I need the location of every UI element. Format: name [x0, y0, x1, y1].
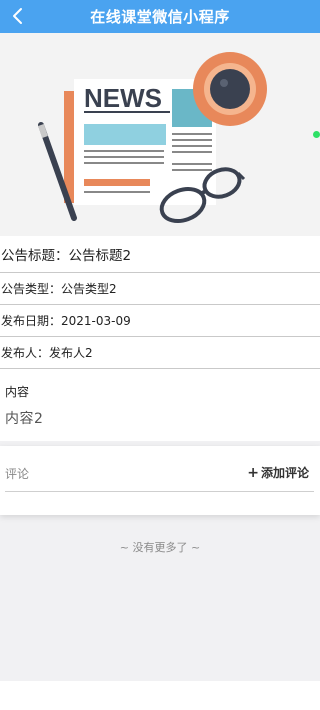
comment-divider — [5, 491, 314, 492]
chevron-left-icon — [13, 8, 22, 24]
comment-section: 评论 + 添加评论 — [0, 446, 320, 515]
content-label: 内容 — [5, 385, 30, 399]
top-nav-bar: 在线课堂微信小程序 — [0, 0, 320, 33]
comment-label: 评论 — [5, 467, 30, 481]
add-comment-label: 添加评论 — [260, 466, 309, 480]
news-heading-text: NEWS — [84, 83, 162, 113]
notice-title-row: 公告标题：公告标题2 — [0, 236, 320, 273]
plus-icon: + — [247, 464, 259, 481]
add-comment-button[interactable]: + 添加评论 — [247, 464, 309, 481]
content-section: 内容 内容2 — [0, 369, 320, 441]
content-text: 内容2 — [5, 411, 44, 427]
notice-type-row: 公告类型：公告类型2 — [0, 273, 320, 305]
newspaper-coffee-glasses-illustration: NEWS — [38, 52, 267, 223]
notice-publisher-row: 发布人：发布人2 — [0, 337, 320, 369]
bottom-safe-area — [0, 681, 320, 710]
notice-date-row: 发布日期：2021-03-09 — [0, 305, 320, 337]
page-title: 在线课堂微信小程序 — [90, 8, 230, 26]
status-dot — [313, 131, 320, 138]
back-button[interactable] — [6, 4, 30, 28]
notice-info-list: 公告标题：公告标题2 公告类型：公告类型2 发布日期：2021-03-09 发布… — [0, 236, 320, 369]
no-more-text: ~ 没有更多了 ~ — [119, 541, 201, 554]
notice-cover-image: NEWS — [0, 33, 320, 236]
